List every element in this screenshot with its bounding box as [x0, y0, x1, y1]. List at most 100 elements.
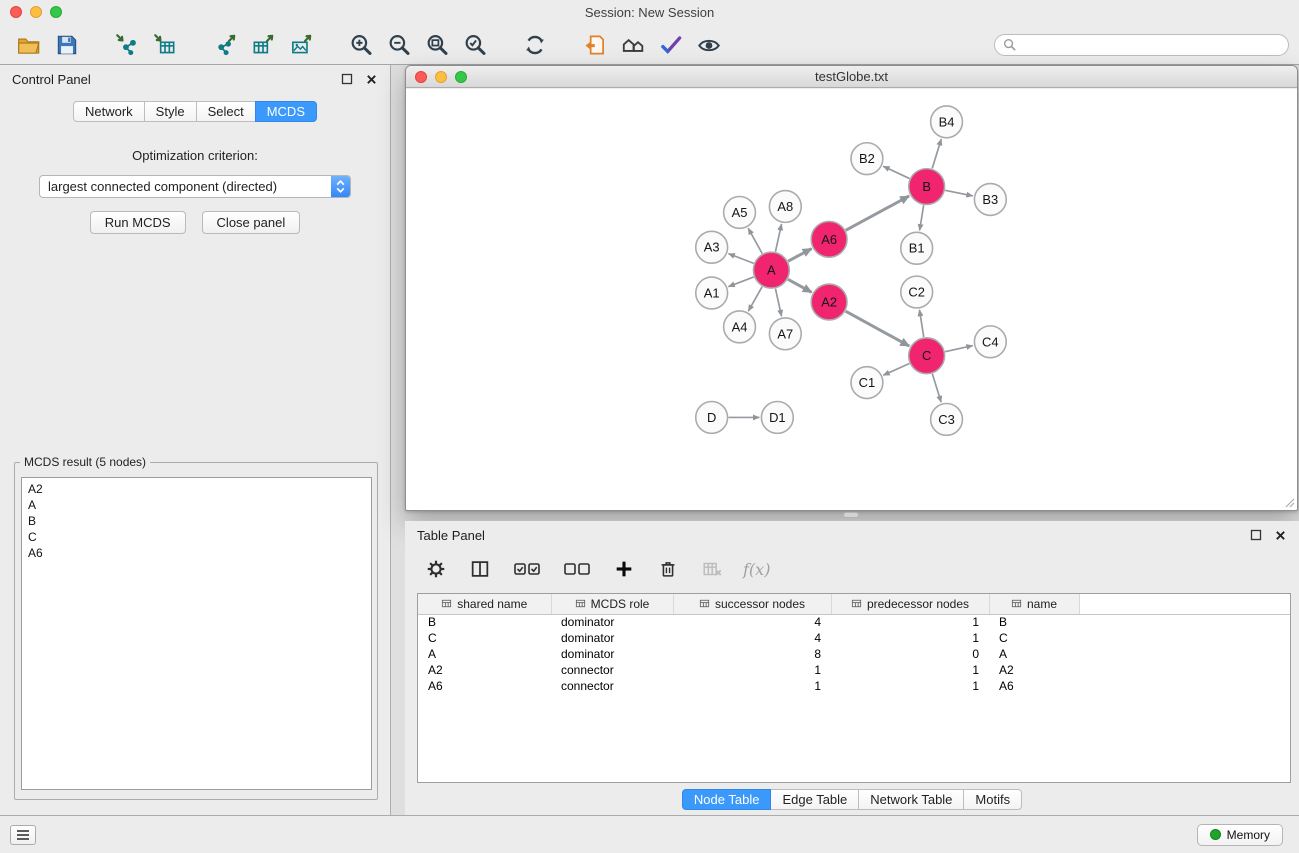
maximize-app-button[interactable]	[50, 6, 62, 18]
float-table-panel-icon[interactable]	[1249, 529, 1262, 542]
graph-node-B[interactable]: B	[909, 169, 945, 205]
mcds-result-item-b[interactable]: B	[28, 513, 365, 529]
show-hide-details-button[interactable]	[692, 29, 726, 61]
table-cell[interactable]: B	[989, 614, 1079, 630]
close-panel-icon[interactable]	[365, 73, 378, 86]
save-session-button[interactable]	[50, 29, 84, 61]
table-tab-node-table[interactable]: Node Table	[682, 789, 772, 810]
export-network-button[interactable]	[208, 29, 242, 61]
control-tab-style[interactable]: Style	[144, 101, 197, 122]
table-cell[interactable]: dominator	[551, 646, 673, 662]
graph-edge-A6-B[interactable]	[846, 196, 909, 230]
table-cell[interactable]: A2	[418, 662, 551, 678]
splitter-handle[interactable]	[843, 512, 859, 518]
add-column-button[interactable]	[611, 556, 637, 582]
graph-edge-B-B2[interactable]	[883, 166, 909, 178]
control-tab-network[interactable]: Network	[73, 101, 145, 122]
graph-node-B1[interactable]: B1	[901, 232, 933, 264]
import-table-button[interactable]	[148, 29, 182, 61]
graph-node-A2[interactable]: A2	[811, 284, 847, 320]
column-header-mcds-role[interactable]: MCDS role	[551, 594, 673, 614]
mcds-result-item-c[interactable]: C	[28, 529, 365, 545]
graph-node-A1[interactable]: A1	[696, 277, 728, 309]
graph-node-C[interactable]: C	[909, 338, 945, 374]
table-cell[interactable]: 8	[673, 646, 831, 662]
float-panel-icon[interactable]	[340, 73, 353, 86]
table-tab-motifs[interactable]: Motifs	[963, 789, 1022, 810]
table-cell[interactable]: C	[989, 630, 1079, 646]
table-cell[interactable]: C	[418, 630, 551, 646]
graph-node-C2[interactable]: C2	[901, 276, 933, 308]
table-row-a[interactable]: Adominator80A	[418, 646, 1290, 662]
minimize-network-window-button[interactable]	[435, 71, 447, 83]
graph-edge-C-C1[interactable]	[883, 363, 909, 375]
table-cell[interactable]: A6	[989, 678, 1079, 694]
table-options-button[interactable]	[423, 556, 449, 582]
table-cell[interactable]: connector	[551, 678, 673, 694]
graph-node-C1[interactable]: C1	[851, 367, 883, 399]
column-header-name[interactable]: name	[989, 594, 1079, 614]
graph-edge-A-A7[interactable]	[775, 289, 781, 317]
graph-edge-B-B3[interactable]	[945, 190, 973, 196]
window-resize-grip[interactable]	[1283, 496, 1295, 508]
table-cell[interactable]: B	[418, 614, 551, 630]
network-canvas[interactable]: AA1A2A3A4A5A6A7A8BB1B2B3B4CC1C2C3C4DD1	[406, 89, 1297, 510]
graph-node-A[interactable]: A	[753, 252, 789, 288]
graph-edge-C-C3[interactable]	[932, 374, 941, 403]
table-row-a2[interactable]: A2connector11A2	[418, 662, 1290, 678]
import-network-button[interactable]	[110, 29, 144, 61]
graph-node-D[interactable]: D	[696, 402, 728, 434]
graph-node-B4[interactable]: B4	[931, 106, 963, 138]
column-header-predecessor-nodes[interactable]: predecessor nodes	[831, 594, 989, 614]
graph-node-C3[interactable]: C3	[931, 404, 963, 436]
table-cell[interactable]: 0	[831, 646, 989, 662]
table-cell[interactable]: dominator	[551, 630, 673, 646]
table-cell[interactable]: A6	[418, 678, 551, 694]
table-row-c[interactable]: Cdominator41C	[418, 630, 1290, 646]
network-window-titlebar[interactable]: testGlobe.txt	[406, 66, 1297, 88]
graph-node-D1[interactable]: D1	[761, 402, 793, 434]
control-tab-mcds[interactable]: MCDS	[255, 101, 317, 122]
table-cell[interactable]: 1	[673, 662, 831, 678]
check-style-button[interactable]	[654, 29, 688, 61]
graph-node-B3[interactable]: B3	[974, 184, 1006, 216]
zoom-selected-button[interactable]	[458, 29, 492, 61]
export-table-button[interactable]	[246, 29, 280, 61]
delete-column-button[interactable]	[655, 556, 681, 582]
table-row-b[interactable]: Bdominator41B	[418, 614, 1290, 630]
refresh-view-button[interactable]	[518, 29, 552, 61]
close-app-button[interactable]	[10, 6, 22, 18]
function-builder-button[interactable]: f(x)	[743, 556, 770, 582]
graph-node-B2[interactable]: B2	[851, 143, 883, 175]
graph-node-A6[interactable]: A6	[811, 221, 847, 257]
table-tab-network-table[interactable]: Network Table	[858, 789, 964, 810]
zoom-out-button[interactable]	[382, 29, 416, 61]
home-view-button[interactable]	[616, 29, 650, 61]
table-cell[interactable]: dominator	[551, 614, 673, 630]
table-cell[interactable]: 1	[831, 614, 989, 630]
graph-edge-A-A1[interactable]	[728, 277, 753, 287]
mcds-result-item-a[interactable]: A	[28, 497, 365, 513]
deselect-all-button[interactable]	[561, 556, 593, 582]
table-cell[interactable]: A2	[989, 662, 1079, 678]
graph-edge-A-A4[interactable]	[748, 287, 762, 312]
select-all-button[interactable]	[511, 556, 543, 582]
graph-node-A3[interactable]: A3	[696, 231, 728, 263]
close-network-window-button[interactable]	[415, 71, 427, 83]
show-columns-button[interactable]	[467, 556, 493, 582]
close-panel-button[interactable]: Close panel	[202, 211, 301, 234]
zoom-fit-button[interactable]	[420, 29, 454, 61]
column-header-successor-nodes[interactable]: successor nodes	[673, 594, 831, 614]
zoom-in-button[interactable]	[344, 29, 378, 61]
table-cell[interactable]: A	[989, 646, 1079, 662]
graph-node-A5[interactable]: A5	[724, 196, 756, 228]
graph-edge-A-A6[interactable]	[788, 249, 811, 262]
graph-node-A7[interactable]: A7	[769, 318, 801, 350]
memory-button[interactable]: Memory	[1197, 824, 1283, 846]
table-cell[interactable]: 1	[831, 630, 989, 646]
graph-edge-A-A2[interactable]	[788, 279, 812, 292]
graph-edge-C-C4[interactable]	[945, 346, 973, 352]
open-session-button[interactable]	[12, 29, 46, 61]
run-mcds-button[interactable]: Run MCDS	[90, 211, 186, 234]
column-header-shared-name[interactable]: shared name	[418, 594, 551, 614]
